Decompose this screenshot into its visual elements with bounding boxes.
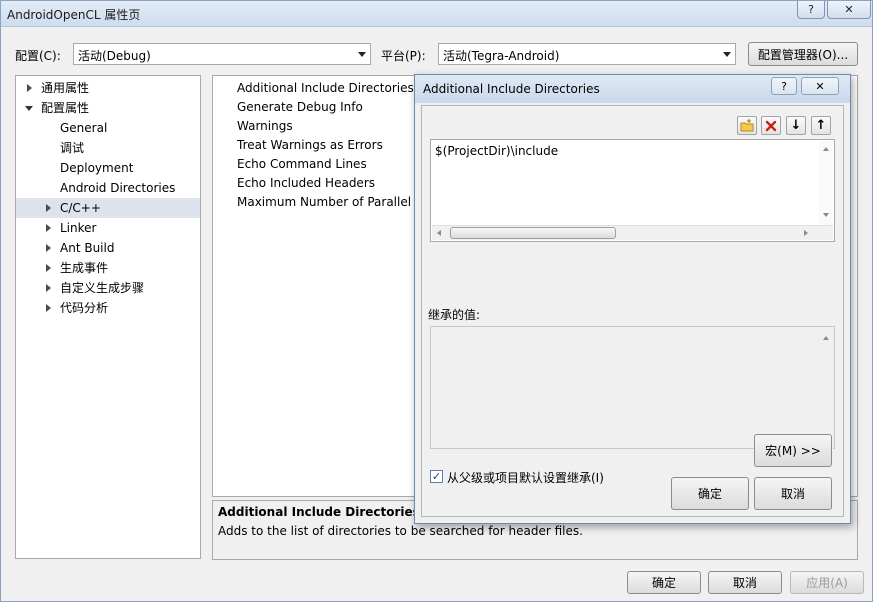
- tree-item-config-properties[interactable]: 配置属性: [16, 98, 200, 118]
- grid-row-max-parallel[interactable]: Maximum Number of Parallel (: [237, 193, 420, 212]
- expand-icon[interactable]: [46, 284, 51, 292]
- delete-line-button[interactable]: [761, 116, 781, 135]
- tree-item-general[interactable]: General: [16, 118, 200, 138]
- chevron-down-icon: [723, 52, 731, 57]
- dialog-body: ↓ ↑ $(ProjectDir)\include 继承的值: ✓ 从父级或项目…: [421, 105, 844, 517]
- macros-button[interactable]: 宏(M) >>: [754, 434, 832, 467]
- dialog-ok-button[interactable]: 确定: [671, 477, 749, 510]
- apply-button[interactable]: 应用(A): [790, 571, 864, 594]
- grid-row-additional-include-dirs[interactable]: Additional Include Directories: [237, 79, 414, 98]
- delete-icon: [765, 120, 777, 131]
- description-text: Adds to the list of directories to be se…: [218, 524, 583, 538]
- config-label: 配置(C):: [15, 49, 61, 63]
- property-tree: 通用属性 配置属性 General 调试 Deployment Android …: [15, 75, 201, 559]
- dialog-close-button[interactable]: ✕: [801, 77, 839, 95]
- expand-icon[interactable]: [46, 244, 51, 252]
- tree-item-deployment[interactable]: Deployment: [16, 158, 200, 178]
- chevron-down-icon: [358, 52, 366, 57]
- platform-select[interactable]: 活动(Tegra-Android): [438, 43, 736, 65]
- grid-row-echo-command-lines[interactable]: Echo Command Lines: [237, 155, 367, 174]
- grid-row-generate-debug-info[interactable]: Generate Debug Info: [237, 98, 363, 117]
- config-select-value: 活动(Debug): [78, 49, 151, 63]
- tree-item-android-directories[interactable]: Android Directories: [16, 178, 200, 198]
- inherited-values-box: [430, 326, 835, 449]
- platform-label: 平台(P):: [381, 49, 426, 63]
- folder-new-icon: [740, 119, 754, 132]
- collapse-icon[interactable]: [25, 106, 33, 111]
- tree-item-custom-build-step[interactable]: 自定义生成步骤: [16, 278, 200, 298]
- dialog-help-button[interactable]: ?: [771, 77, 797, 95]
- dialog-cancel-button[interactable]: 取消: [754, 477, 832, 510]
- property-pages-window: AndroidOpenCL 属性页 ? ✕ 配置(C): 活动(Debug) 平…: [0, 0, 873, 602]
- inherit-checkbox-label[interactable]: 从父级或项目默认设置继承(I): [447, 469, 604, 486]
- scroll-arrows-icon: [823, 147, 829, 217]
- expand-icon[interactable]: [46, 204, 51, 212]
- move-down-button[interactable]: ↓: [786, 116, 806, 135]
- tree-item-cpp[interactable]: C/C++: [16, 198, 200, 218]
- new-line-button[interactable]: [737, 116, 757, 135]
- help-button[interactable]: ?: [797, 1, 825, 19]
- platform-select-value: 活动(Tegra-Android): [443, 49, 560, 63]
- inherited-values-label: 继承的值:: [428, 308, 481, 322]
- move-up-button[interactable]: ↑: [811, 116, 831, 135]
- config-select[interactable]: 活动(Debug): [73, 43, 371, 65]
- expand-icon[interactable]: [46, 264, 51, 272]
- tree-item-debugging[interactable]: 调试: [16, 138, 200, 158]
- tree-item-linker[interactable]: Linker: [16, 218, 200, 238]
- grid-row-treat-warnings-as-errors[interactable]: Treat Warnings as Errors: [237, 136, 383, 155]
- tree-item-code-analysis[interactable]: 代码分析: [16, 298, 200, 318]
- arrow-down-icon: ↓: [790, 118, 802, 133]
- description-title: Additional Include Directories: [218, 505, 420, 519]
- dialog-title: Additional Include Directories: [423, 82, 600, 96]
- close-button[interactable]: ✕: [827, 1, 871, 19]
- title-bar: AndroidOpenCL 属性页 ? ✕: [1, 1, 872, 27]
- horizontal-scrollbar[interactable]: [432, 225, 833, 240]
- ok-button[interactable]: 确定: [627, 571, 701, 594]
- vertical-scrollbar[interactable]: [819, 328, 833, 449]
- dialog-title-bar: Additional Include Directories ? ✕: [415, 75, 850, 103]
- window-title: AndroidOpenCL 属性页: [7, 8, 141, 22]
- scroll-arrows-icon: [823, 336, 829, 442]
- grid-row-echo-included-headers[interactable]: Echo Included Headers: [237, 174, 375, 193]
- expand-icon[interactable]: [27, 84, 32, 92]
- inherit-checkbox[interactable]: ✓: [430, 470, 443, 483]
- arrow-up-icon: ↑: [815, 118, 827, 133]
- include-dirs-dialog: Additional Include Directories ? ✕ ↓ ↑ $…: [414, 74, 851, 524]
- directories-list[interactable]: $(ProjectDir)\include: [430, 139, 835, 242]
- grid-row-warnings[interactable]: Warnings: [237, 117, 293, 136]
- list-item[interactable]: $(ProjectDir)\include: [435, 144, 558, 158]
- scrollbar-thumb[interactable]: [450, 227, 616, 239]
- tree-item-common-properties[interactable]: 通用属性: [16, 78, 200, 98]
- vertical-scrollbar[interactable]: [819, 141, 833, 226]
- config-manager-button[interactable]: 配置管理器(O)...: [748, 42, 858, 66]
- tree-item-build-events[interactable]: 生成事件: [16, 258, 200, 278]
- tree-item-ant-build[interactable]: Ant Build: [16, 238, 200, 258]
- cancel-button[interactable]: 取消: [708, 571, 782, 594]
- expand-icon[interactable]: [46, 224, 51, 232]
- expand-icon[interactable]: [46, 304, 51, 312]
